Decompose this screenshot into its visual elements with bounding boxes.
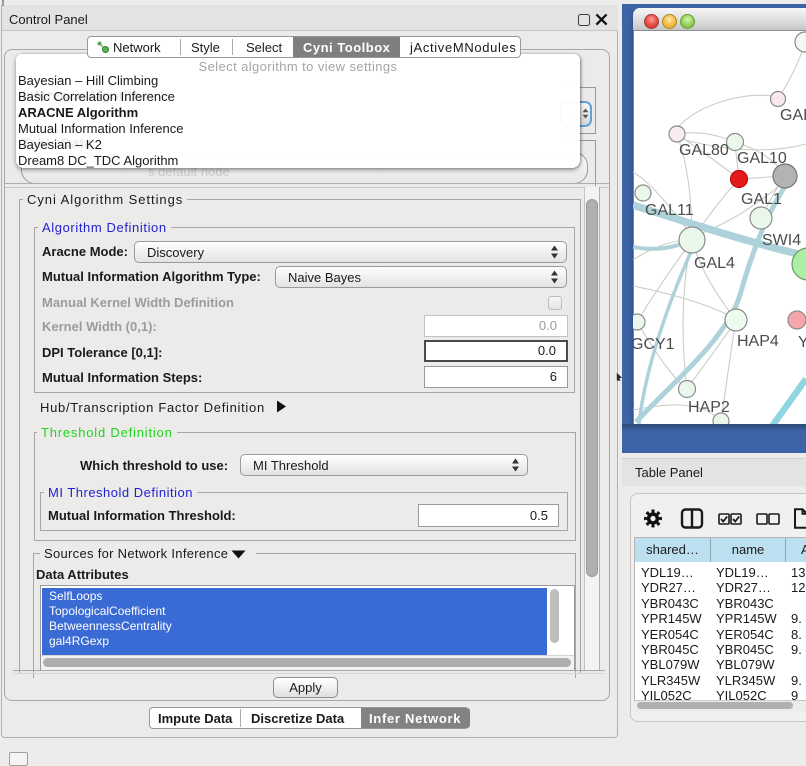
svg-text:GAL80: GAL80 (679, 142, 729, 159)
svg-text:YM: YM (798, 334, 806, 351)
svg-text:HAP2: HAP2 (688, 399, 730, 416)
svg-text:GAL4: GAL4 (694, 255, 735, 272)
svg-text:SWI4: SWI4 (762, 232, 801, 249)
svg-text:GAL10: GAL10 (737, 150, 787, 167)
svg-text:GAL1: GAL1 (741, 191, 782, 208)
svg-text:GCY1: GCY1 (633, 336, 675, 353)
svg-text:GAL2: GAL2 (780, 107, 806, 124)
svg-text:GAL11: GAL11 (645, 202, 694, 219)
svg-text:HAP4: HAP4 (737, 333, 779, 350)
